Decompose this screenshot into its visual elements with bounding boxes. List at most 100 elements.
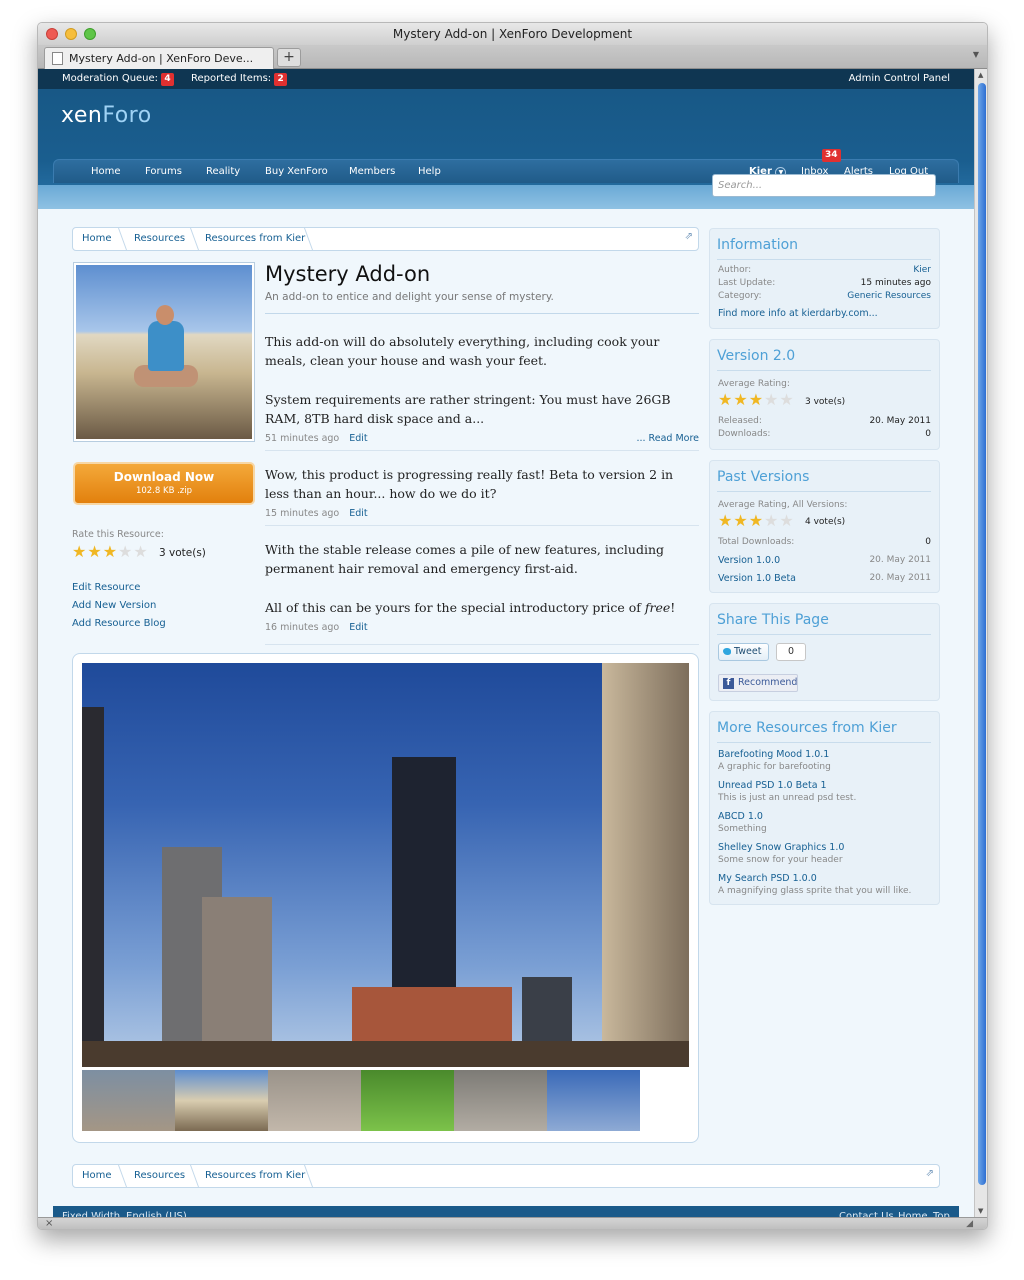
past-version-date: 20. May 2011 <box>869 573 931 583</box>
author-link[interactable]: Kier <box>913 265 931 275</box>
star-icon: ★ <box>733 511 748 530</box>
language-chooser-link[interactable]: English (US) <box>126 1206 187 1217</box>
sidebar-divider <box>717 491 931 492</box>
breadcrumb-resources-from-kier[interactable]: Resources from Kier <box>205 228 305 250</box>
update-3-edit-link[interactable]: Edit <box>349 622 367 633</box>
scroll-down-icon[interactable]: ▼ <box>978 1207 983 1215</box>
released-label: Released: <box>718 416 762 426</box>
star-icon[interactable]: ★ <box>133 544 147 560</box>
update-3-paragraph-1: With the stable release comes a pile of … <box>265 542 665 576</box>
nav-forums[interactable]: Forums <box>145 160 182 184</box>
sidebar-more-resources: More Resources from Kier Barefooting Moo… <box>709 711 940 905</box>
breadcrumb-resources[interactable]: Resources <box>134 228 185 250</box>
search-input[interactable]: Search... <box>712 174 936 197</box>
download-size: 102.8 KB .zip <box>135 486 193 496</box>
rate-resource-stars[interactable]: ★ ★ ★ ★ ★ <box>72 544 148 560</box>
total-downloads-value: 0 <box>925 537 931 547</box>
nav-buy-xenforo[interactable]: Buy XenForo <box>265 160 328 184</box>
more-info-link[interactable]: Find more info at kierdarby.com... <box>718 308 878 319</box>
star-icon: ★ <box>718 511 733 530</box>
footer-home-link[interactable]: Home <box>898 1206 928 1217</box>
last-update-label: Last Update: <box>718 278 776 288</box>
more-resource-desc: Something <box>718 824 767 834</box>
scrollbar-thumb[interactable] <box>978 83 986 1185</box>
gallery-thumbnail[interactable] <box>82 1070 175 1131</box>
zoom-window-icon[interactable] <box>84 28 96 40</box>
gallery-thumbnail[interactable] <box>547 1070 640 1131</box>
screenshot-gallery <box>72 653 699 1143</box>
update-1-time: 51 minutes ago <box>265 433 340 444</box>
more-resource-link[interactable]: Barefooting Mood 1.0.1 <box>718 749 829 760</box>
gallery-thumbnail[interactable] <box>361 1070 454 1131</box>
page-icon <box>52 52 63 65</box>
tweet-button[interactable]: Tweet <box>718 643 769 661</box>
breadcrumb-home[interactable]: Home <box>82 228 112 250</box>
star-icon[interactable]: ★ <box>72 544 86 560</box>
jump-menu-icon[interactable]: ⇗ <box>926 1168 934 1179</box>
past-version-link[interactable]: Version 1.0 Beta <box>718 573 796 584</box>
breadcrumb-separator <box>108 1165 128 1187</box>
more-resource-link[interactable]: ABCD 1.0 <box>718 811 763 822</box>
admin-control-panel-link[interactable]: Admin Control Panel <box>849 69 950 89</box>
update-3-time: 16 minutes ago <box>265 622 340 633</box>
download-label: Download Now <box>113 470 215 484</box>
more-resource-link[interactable]: Shelley Snow Graphics 1.0 <box>718 842 844 853</box>
download-now-button[interactable]: Download Now 102.8 KB .zip <box>73 462 255 505</box>
jump-menu-icon[interactable]: ⇗ <box>685 231 693 242</box>
gallery-thumbnail[interactable] <box>454 1070 547 1131</box>
update-1-edit-link[interactable]: Edit <box>349 433 367 444</box>
update-2-edit-link[interactable]: Edit <box>349 508 367 519</box>
breadcrumb-resources[interactable]: Resources <box>134 1165 185 1187</box>
update-3-paragraph-2: All of this can be yours for the special… <box>265 598 699 617</box>
facebook-recommend-button[interactable]: f Recommend <box>718 674 798 692</box>
page-viewport: Moderation Queue: 4 Reported Items: 2 Admi… <box>38 69 974 1217</box>
more-resource-desc: Some snow for your header <box>718 855 843 865</box>
scroll-up-icon[interactable]: ▲ <box>978 71 983 79</box>
nav-help[interactable]: Help <box>418 160 441 184</box>
close-window-icon[interactable] <box>46 28 58 40</box>
star-icon: ★ <box>779 390 794 409</box>
back-to-top-link[interactable]: Top <box>933 1206 950 1217</box>
tab-overflow-icon[interactable]: ▼ <box>973 50 979 59</box>
new-tab-button[interactable]: + <box>277 48 301 67</box>
update-3-meta: 16 minutes ago Edit <box>265 622 368 633</box>
more-resource-link[interactable]: My Search PSD 1.0.0 <box>718 873 817 884</box>
gallery-main-image[interactable] <box>82 663 689 1067</box>
sidebar-past-versions: Past Versions Average Rating, All Versio… <box>709 460 940 593</box>
star-icon: ★ <box>779 511 794 530</box>
past-versions-heading: Past Versions <box>717 469 810 485</box>
nav-members[interactable]: Members <box>349 160 395 184</box>
category-link[interactable]: Generic Resources <box>847 291 931 301</box>
version-rating-votes: 3 vote(s) <box>805 397 846 407</box>
browser-tab[interactable]: Mystery Add-on | XenForo Deve... <box>44 47 274 69</box>
resize-grip-icon[interactable]: ◢ <box>966 1219 973 1229</box>
minimize-window-icon[interactable] <box>65 28 77 40</box>
reported-items-label: Reported Items: <box>191 73 272 84</box>
nav-reality[interactable]: Reality <box>206 160 240 184</box>
add-new-version-link[interactable]: Add New Version <box>72 600 156 611</box>
site-logo[interactable]: xenForo <box>61 103 152 128</box>
star-icon[interactable]: ★ <box>118 544 132 560</box>
gallery-thumbnail[interactable] <box>268 1070 361 1131</box>
moderation-queue-link[interactable]: Moderation Queue: 4 <box>62 69 175 89</box>
edit-resource-link[interactable]: Edit Resource <box>72 582 140 593</box>
star-icon[interactable]: ★ <box>103 544 117 560</box>
more-resource-link[interactable]: Unread PSD 1.0 Beta 1 <box>718 780 827 791</box>
breadcrumb-home[interactable]: Home <box>82 1165 112 1187</box>
resource-icon-image <box>73 262 255 442</box>
reported-items-link[interactable]: Reported Items: 2 <box>191 69 288 89</box>
recommend-label: Recommend <box>738 677 798 688</box>
gallery-thumbnail[interactable] <box>175 1070 268 1131</box>
close-status-icon[interactable]: × <box>45 1218 53 1229</box>
contact-us-link[interactable]: Contact Us <box>839 1206 894 1217</box>
sidebar-information: Information Author: Kier Last Update: 15… <box>709 228 940 329</box>
sidebar-divider <box>717 259 931 260</box>
vertical-scrollbar[interactable]: ▲ ▼ <box>974 69 987 1217</box>
read-more-link[interactable]: ... Read More <box>636 433 699 444</box>
add-resource-blog-link[interactable]: Add Resource Blog <box>72 618 166 629</box>
breadcrumb-resources-from-kier[interactable]: Resources from Kier <box>205 1165 305 1187</box>
fixed-width-link[interactable]: Fixed Width <box>62 1206 120 1217</box>
nav-home[interactable]: Home <box>91 160 121 184</box>
star-icon[interactable]: ★ <box>87 544 101 560</box>
past-version-link[interactable]: Version 1.0.0 <box>718 555 780 566</box>
